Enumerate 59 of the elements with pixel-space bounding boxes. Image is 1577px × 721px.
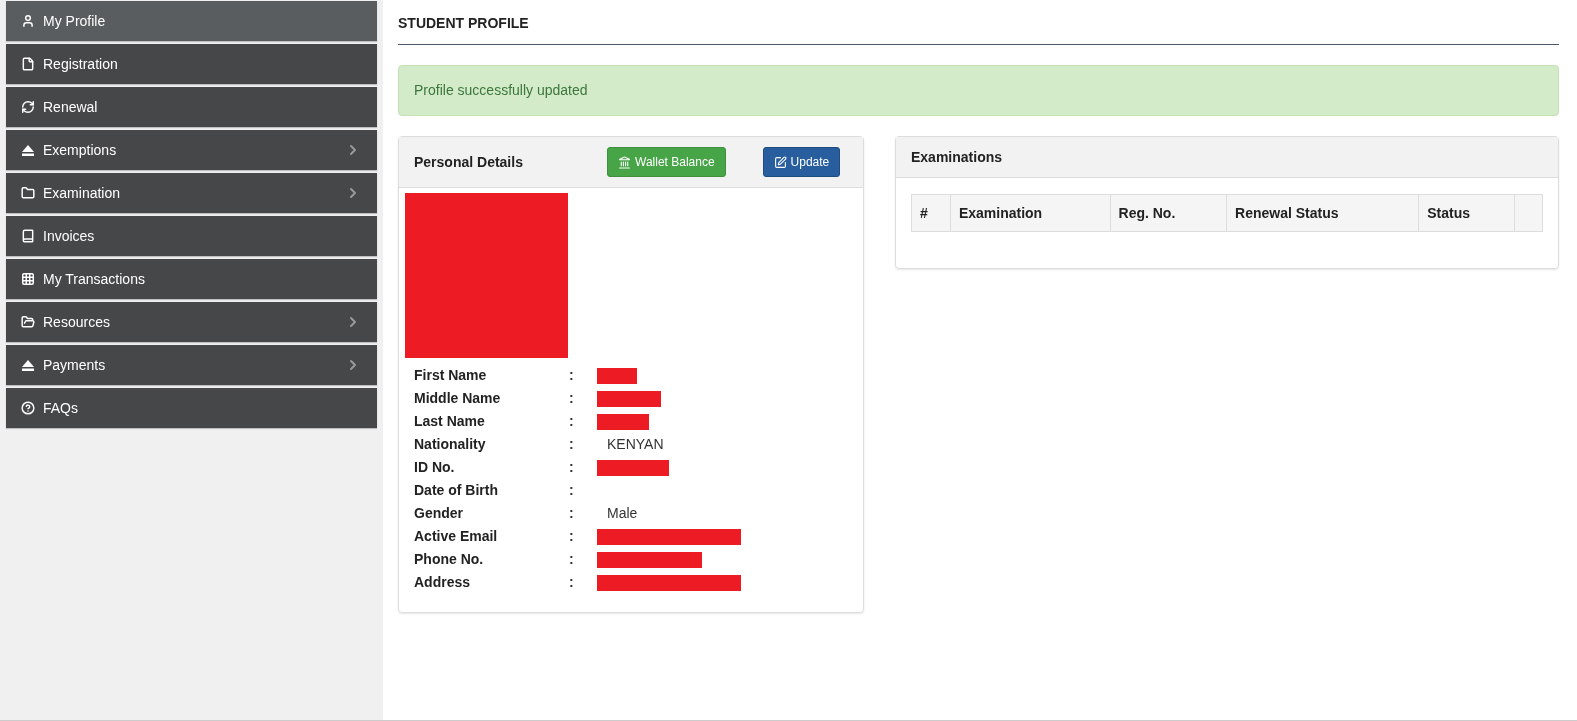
- field-separator: :: [569, 458, 575, 477]
- field-label: Date of Birth: [414, 481, 499, 500]
- field-label: Middle Name: [414, 389, 502, 408]
- update-button[interactable]: Update: [762, 147, 841, 177]
- field-separator: :: [569, 481, 575, 500]
- column-header: [1514, 194, 1543, 232]
- redaction-bar: [597, 459, 669, 476]
- folder-icon: [21, 186, 35, 200]
- field-separator: :: [569, 504, 575, 523]
- field-label: Address: [414, 573, 472, 592]
- sidebar-item[interactable]: Renewal: [6, 87, 377, 127]
- column-header: Renewal Status: [1226, 194, 1419, 232]
- column-header: Status: [1418, 194, 1515, 232]
- sidebar-item[interactable]: Invoices: [6, 216, 377, 256]
- field-label: First Name: [414, 366, 488, 385]
- field-separator: :: [569, 573, 575, 592]
- edit-icon: [773, 155, 787, 169]
- sidebar-item[interactable]: My Profile: [6, 1, 377, 41]
- help-icon: [21, 401, 35, 415]
- redaction-bar: [597, 413, 649, 430]
- panel-title: Examinations: [911, 147, 1003, 167]
- field-separator: :: [569, 550, 575, 569]
- column-header: Reg. No.: [1110, 194, 1227, 232]
- field-value: KENYAN: [607, 435, 664, 454]
- sidebar-item[interactable]: FAQs: [6, 388, 377, 428]
- sidebar-item[interactable]: Payments: [6, 345, 377, 385]
- book-icon: [21, 229, 35, 243]
- field-separator: :: [569, 389, 575, 408]
- redaction-bar: [597, 390, 661, 407]
- panel-title: Personal Details: [414, 152, 524, 172]
- folder-icon: [21, 315, 35, 329]
- file-icon: [21, 57, 35, 71]
- eject-icon: [21, 143, 35, 157]
- field-separator: :: [569, 412, 575, 431]
- sidebar-item[interactable]: Resources: [6, 302, 377, 342]
- field-separator: :: [569, 435, 575, 454]
- sidebar-item[interactable]: Registration: [6, 44, 377, 84]
- field-value: Male: [607, 504, 638, 523]
- refresh-icon: [21, 100, 35, 114]
- sidebar-item[interactable]: Examination: [6, 173, 377, 213]
- field-label: Last Name: [414, 412, 486, 431]
- column-header: #: [911, 194, 951, 232]
- page-title: STUDENT PROFILE: [398, 15, 529, 31]
- field-separator: :: [569, 527, 575, 546]
- field-label: ID No.: [414, 458, 456, 477]
- success-alert: Profile successfully updated: [398, 65, 1559, 116]
- sidebar-item[interactable]: Exemptions: [6, 130, 377, 170]
- column-header: Examination: [950, 194, 1110, 232]
- redaction-bar: [597, 367, 637, 384]
- bank-icon: [618, 155, 631, 169]
- field-label: Nationality: [414, 435, 487, 454]
- sidebar-item[interactable]: My Transactions: [6, 259, 377, 299]
- user-icon: [21, 14, 35, 28]
- field-label: Gender: [414, 504, 464, 523]
- grid-icon: [21, 272, 35, 286]
- field-separator: :: [569, 366, 575, 385]
- field-label: Phone No.: [414, 550, 485, 569]
- eject-icon: [21, 358, 35, 372]
- field-label: Active Email: [414, 527, 499, 546]
